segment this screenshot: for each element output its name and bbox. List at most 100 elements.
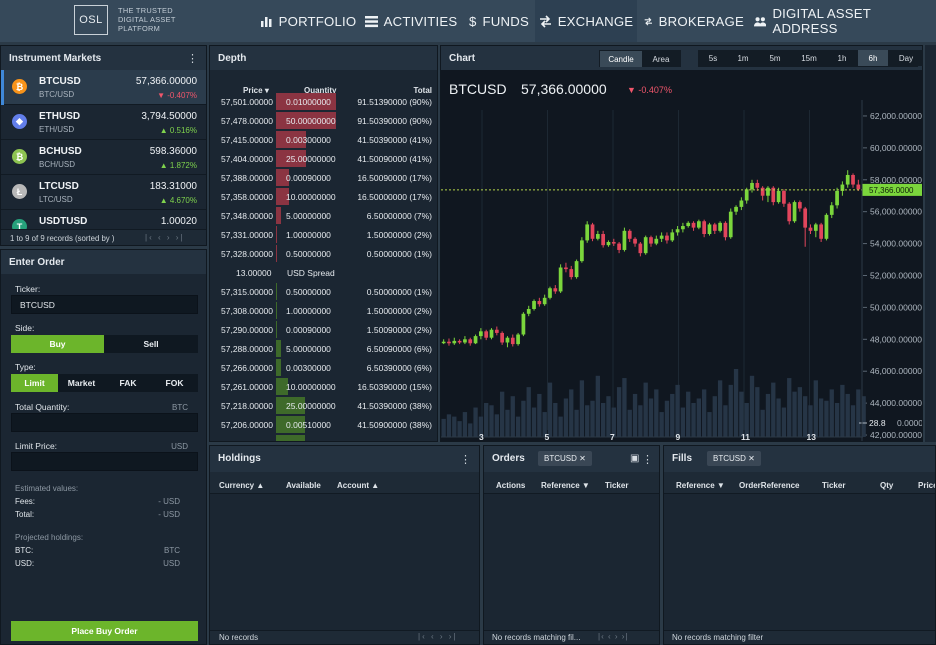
nav-funds[interactable]: $ FUNDS <box>466 0 532 42</box>
currency-column-header[interactable]: Currency ▲ <box>219 481 264 490</box>
candle-body <box>835 190 839 206</box>
ask-row[interactable]: 57,328.00000 0.50000000 0.50000000 (1%) <box>210 244 437 263</box>
interval-day-button[interactable]: Day <box>889 50 923 66</box>
candle-body <box>595 234 600 239</box>
ask-row[interactable]: 57,501.00000 0.01000000 91.51390000 (90%) <box>210 92 437 111</box>
interval-15m-button[interactable]: 15m <box>792 50 826 66</box>
depth-quantity: 5.00000000 <box>286 344 331 354</box>
bid-row[interactable]: 57,172.00000 0.00100000 41.51000000 (38%) <box>210 434 437 441</box>
nav-activities[interactable]: ACTIVITIES <box>364 0 458 42</box>
market-symbol: LTCUSD <box>39 181 79 192</box>
save-icon[interactable]: ▣ <box>630 453 639 464</box>
type-fok-button[interactable]: FOK <box>151 374 198 392</box>
ticker-column-header[interactable]: Ticker <box>605 481 628 490</box>
more-options-icon[interactable]: ⋮ <box>460 453 471 466</box>
available-column-header[interactable]: Available <box>286 481 321 490</box>
volume-bar <box>616 387 622 437</box>
bid-row[interactable]: 57,315.00000 0.50000000 0.50000000 (1%) <box>210 282 437 301</box>
price-column-header[interactable]: Price <box>918 481 935 490</box>
bid-row[interactable]: 57,218.00000 25.00000000 41.50390000 (38%) <box>210 396 437 415</box>
place-buy-order-button[interactable]: Place Buy Order <box>11 621 198 641</box>
close-icon[interactable]: ✕ <box>579 454 586 463</box>
ask-row[interactable]: 57,331.00000 1.00000000 1.50000000 (2%) <box>210 225 437 244</box>
buy-button[interactable]: Buy <box>11 335 104 353</box>
pager-controls[interactable]: |‹ ‹ › ›| <box>598 632 628 641</box>
volume-bar <box>771 382 776 437</box>
up-arrow-icon: ▲ <box>159 126 170 135</box>
nav-brokerage[interactable]: BROKERAGE <box>644 0 744 42</box>
volume-bar <box>680 407 686 437</box>
reference-column-header[interactable]: Reference ▼ <box>541 481 590 490</box>
bid-row[interactable]: 57,266.00000 0.00300000 6.50390000 (6%) <box>210 358 437 377</box>
qty-column-header[interactable]: Qty <box>880 481 893 490</box>
type-fak-button[interactable]: FAK <box>105 374 151 392</box>
actions-column-header[interactable]: Actions <box>496 481 525 490</box>
candlestick-chart[interactable]: 62,000.00000 60,000.00000 58,000.00000 56,0… <box>441 70 922 441</box>
interval-5m-button[interactable]: 5m <box>759 50 791 66</box>
area-mode-button[interactable]: Area <box>642 51 680 67</box>
depth-price: 57,206.00000 <box>221 420 273 430</box>
type-limit-button[interactable]: Limit <box>11 374 58 392</box>
depth-quantity: 10.00000000 <box>286 192 336 202</box>
current-price-label: 57,366.0000 <box>869 186 914 195</box>
bid-row[interactable]: 57,290.00000 0.00090000 1.50090000 (2%) <box>210 320 437 339</box>
pager-controls[interactable]: |‹ ‹ › ›| <box>145 233 184 242</box>
ask-row[interactable]: 57,348.00000 5.00000000 6.50000000 (7%) <box>210 206 437 225</box>
market-row-ethusd[interactable]: ◆ ETHUSD ETH/USD 3,794.50000 ▲ 0.516% <box>1 105 206 140</box>
btc-holding-label: BTC: <box>15 546 34 555</box>
candle-body <box>542 297 547 305</box>
fill-reference-column-header[interactable]: Reference ▼ <box>676 481 725 490</box>
bid-row[interactable]: 57,308.00000 1.00000000 1.50000000 (2%) <box>210 301 437 320</box>
bitcoin-icon: ₿ <box>12 79 27 94</box>
interval-6h-button[interactable]: 6h <box>858 50 888 66</box>
depth-total: 16.50390000 (15%) <box>357 382 432 392</box>
estimated-values-label: Estimated values: <box>15 484 79 493</box>
markets-record-count: 1 to 9 of 9 records (sorted by ) <box>10 234 115 243</box>
pager-controls[interactable]: |‹ ‹ › ›| <box>418 632 457 641</box>
close-icon[interactable]: ✕ <box>748 454 755 463</box>
nav-digital-asset-address-label: DIGITAL ASSET ADDRESS <box>772 6 871 36</box>
depth-price: 57,288.00000 <box>221 344 273 354</box>
btcusd-filter-chip[interactable]: BTCUSD ✕ <box>707 451 761 466</box>
candle-body <box>526 308 531 314</box>
depth-price: 57,315.00000 <box>221 287 273 297</box>
more-options-icon[interactable]: ⋮ <box>642 453 653 466</box>
market-row-ltcusd[interactable]: Ł LTCUSD LTC/USD 183.31000 ▲ 4.670% <box>1 175 206 210</box>
limit-price-field[interactable] <box>11 452 198 471</box>
ask-row[interactable]: 57,415.00000 0.00300000 41.50390000 (41%) <box>210 130 437 149</box>
interval-5s-button[interactable]: 5s <box>699 50 727 66</box>
nav-portfolio[interactable]: PORTFOLIO <box>258 0 358 42</box>
quantity-field[interactable] <box>11 413 198 432</box>
bid-row[interactable]: 57,288.00000 5.00000000 6.50090000 (6%) <box>210 339 437 358</box>
osl-logo[interactable]: OSL <box>74 5 108 35</box>
ticker-field[interactable]: BTCUSD <box>11 295 198 314</box>
market-row-bchusd[interactable]: ₿ BCHUSD BCH/USD 598.36000 ▲ 1.872% <box>1 140 206 175</box>
sell-button[interactable]: Sell <box>104 335 198 353</box>
ask-row[interactable]: 57,478.00000 50.00000000 91.50390000 (90%) <box>210 111 437 130</box>
depth-total: 0.50000000 (1%) <box>366 287 432 297</box>
volume-bar <box>462 412 468 437</box>
bid-row[interactable]: 57,261.00000 10.00000000 16.50390000 (15%) <box>210 377 437 396</box>
bid-row[interactable]: 57,206.00000 0.00510000 41.50900000 (38%) <box>210 415 437 434</box>
btcusd-filter-chip[interactable]: BTCUSD ✕ <box>538 451 592 466</box>
interval-1h-button[interactable]: 1h <box>827 50 857 66</box>
interval-1m-button[interactable]: 1m <box>728 50 758 66</box>
ask-row[interactable]: 57,388.00000 0.00090000 16.50090000 (17%) <box>210 168 437 187</box>
fill-ticker-column-header[interactable]: Ticker <box>822 481 845 490</box>
candle-body <box>590 224 595 239</box>
ticker-label: Ticker: <box>15 284 41 294</box>
type-market-button[interactable]: Market <box>58 374 105 392</box>
orders-empty-text: No records matching fil... <box>492 633 581 642</box>
market-row-btcusd[interactable]: ₿ BTCUSD BTC/USD 57,366.00000 ▼ -0.407% <box>1 70 206 105</box>
candle-mode-button[interactable]: Candle <box>600 51 642 67</box>
candle-body <box>712 224 717 231</box>
nav-digital-asset-address[interactable]: DIGITAL ASSET ADDRESS <box>754 0 932 42</box>
ask-row[interactable]: 57,404.00000 25.00000000 41.50090000 (41%) <box>210 149 437 168</box>
more-options-icon[interactable]: ⋮ <box>187 52 198 65</box>
account-column-header[interactable]: Account ▲ <box>337 481 379 490</box>
volume-bar <box>627 409 632 437</box>
market-pair: BCH/USD <box>39 160 76 169</box>
order-reference-column-header[interactable]: OrderReference <box>739 481 799 490</box>
ask-row[interactable]: 57,358.00000 10.00000000 16.50000000 (17%) <box>210 187 437 206</box>
nav-exchange[interactable]: EXCHANGE <box>535 0 637 42</box>
